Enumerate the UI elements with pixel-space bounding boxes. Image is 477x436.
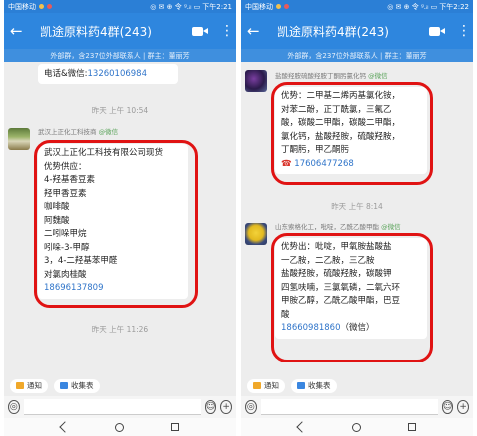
message-input[interactable] [23, 399, 201, 415]
form-icon [297, 382, 305, 389]
timestamp: 昨天 上午 10:54 [91, 106, 149, 115]
timestamp: 昨天 上午 8:14 [331, 202, 383, 211]
message-card[interactable]: 电话&微信:13260106984 [38, 64, 178, 84]
sender-name: 盐酸羟胺硫酸羟胺丁酮肟氯化钙 @微信 [275, 72, 388, 80]
status-icons: ◎ ✉ ⊕ 令 ᵍ.ᵢₗ ▭ [150, 2, 201, 11]
plus-icon[interactable]: + [457, 400, 470, 414]
emoji-icon[interactable]: ☺ [204, 400, 217, 414]
megaphone-icon [253, 382, 261, 389]
group-notice[interactable]: 外部群，含237位外部联系人 | 群主：董丽芳 [241, 49, 473, 62]
highlight-circle [34, 140, 198, 308]
system-nav-bar [241, 418, 473, 436]
notice-chip[interactable]: 通知 [247, 378, 285, 393]
megaphone-icon [16, 382, 24, 389]
sender-avatar[interactable] [245, 223, 267, 245]
nav-recent-icon[interactable] [170, 423, 179, 431]
quick-actions: 通知 收集表 [241, 376, 473, 395]
carrier-label: 中国移动 [245, 2, 273, 11]
input-bar: ◎ ☺ + [4, 396, 236, 418]
notification-dot-icon [284, 4, 289, 9]
nav-home-icon[interactable] [352, 422, 362, 432]
emoji-icon[interactable]: ☺ [441, 400, 454, 414]
sender-name: 山东索格化工，吡啶，乙酰乙酸甲酯 @微信 [275, 223, 401, 231]
wechat-badge: @微信 [98, 128, 119, 136]
input-bar: ◎ ☺ + [241, 396, 473, 418]
highlight-circle [271, 82, 433, 185]
notification-dot-icon [47, 4, 52, 9]
nav-recent-icon[interactable] [407, 423, 416, 431]
phone-link[interactable]: 13260106984 [88, 69, 148, 79]
message-list[interactable]: 盐酸羟胺硫酸羟胺丁酮肟氯化钙 @微信 优势：二甲基二烯丙基氯化铵， 对苯二酚，正… [241, 62, 473, 362]
sender-avatar[interactable] [245, 70, 267, 92]
chat-header: ← 凯途原料药4群(243) ⋮ [4, 13, 236, 49]
notification-dot-icon [39, 4, 44, 9]
voice-input-icon[interactable]: ◎ [8, 400, 20, 414]
more-options-icon[interactable]: ⋮ [220, 23, 234, 39]
chat-screen-right: 中国移动 ◎ ✉ ⊕ 令 ᵍ.ᵢₗ ▭ 下午2:22 ← 凯途原料药4群(243… [241, 0, 473, 436]
video-call-icon[interactable] [192, 26, 208, 37]
highlight-circle [271, 233, 433, 362]
message-text: 电话&微信: [44, 69, 88, 79]
system-nav-bar [4, 418, 236, 436]
back-arrow-icon[interactable]: ← [10, 22, 32, 40]
sender-name: 武汉上正化工科技商 @微信 [38, 128, 119, 136]
voice-input-icon[interactable]: ◎ [245, 400, 257, 414]
clock: 下午2:21 [202, 2, 232, 11]
wechat-badge: @微信 [381, 223, 401, 231]
nav-back-icon[interactable] [59, 421, 71, 433]
wechat-badge: @微信 [368, 72, 388, 80]
more-options-icon[interactable]: ⋮ [457, 23, 471, 39]
status-bar: 中国移动 ◎ ✉ ⊕ 令 ᵍ.ᵢₗ ▭ 下午2:22 [241, 0, 473, 13]
group-title: 凯途原料药4群(243) [277, 24, 389, 39]
chat-screen-left: 中国移动 ◎ ✉ ⊕ 令 ᵍ.ᵢₗ ▭ 下午2:21 ← 凯途原料药4群(243… [4, 0, 236, 436]
status-icons: ◎ ✉ ⊕ 令 ᵍ.ᵢₗ ▭ [387, 2, 438, 11]
quick-actions: 通知 收集表 [4, 376, 236, 395]
message-list[interactable]: 电话&微信:13260106984 昨天 上午 10:54 武汉上正化工科技商 … [4, 62, 236, 362]
back-arrow-icon[interactable]: ← [247, 22, 269, 40]
carrier-label: 中国移动 [8, 2, 36, 11]
form-icon [60, 382, 68, 389]
chat-header: ← 凯途原料药4群(243) ⋮ [241, 13, 473, 49]
nav-back-icon[interactable] [296, 421, 308, 433]
notice-chip[interactable]: 通知 [10, 378, 48, 393]
video-call-icon[interactable] [429, 26, 445, 37]
message-input[interactable] [260, 399, 438, 415]
sender-avatar[interactable] [8, 128, 30, 150]
nav-home-icon[interactable] [115, 422, 125, 432]
status-bar: 中国移动 ◎ ✉ ⊕ 令 ᵍ.ᵢₗ ▭ 下午2:21 [4, 0, 236, 13]
form-chip[interactable]: 收集表 [291, 378, 337, 393]
clock: 下午2:22 [439, 2, 469, 11]
notification-dot-icon [276, 4, 281, 9]
form-chip[interactable]: 收集表 [54, 378, 100, 393]
timestamp: 昨天 上午 11:26 [91, 325, 149, 334]
group-title: 凯途原料药4群(243) [40, 24, 152, 39]
group-notice[interactable]: 外部群，含237位外部联系人 | 群主：董丽芳 [4, 49, 236, 62]
plus-icon[interactable]: + [220, 400, 233, 414]
